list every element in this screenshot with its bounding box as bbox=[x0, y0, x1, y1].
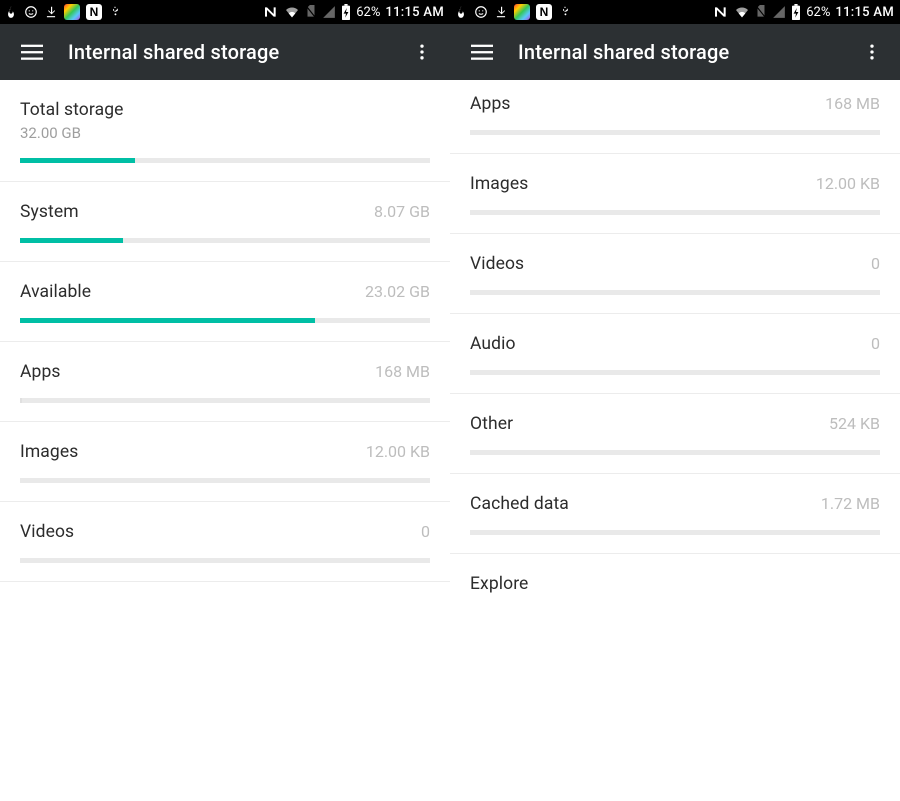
circle-dots-icon bbox=[474, 5, 488, 19]
app-icon-rainbow bbox=[64, 4, 80, 20]
row-system[interactable]: System 8.07 GB bbox=[0, 182, 450, 262]
usage-bar bbox=[20, 318, 430, 323]
status-bar: N 62% 11:15 AM bbox=[450, 0, 900, 24]
phone-left: N 62% 11:15 AM Internal shared storage bbox=[0, 0, 450, 801]
row-label: Images bbox=[20, 442, 78, 462]
usage-bar bbox=[470, 290, 880, 295]
phone-right: N 62% 11:15 AM Internal shared storage bbox=[450, 0, 900, 801]
hamburger-icon bbox=[471, 41, 493, 63]
row-label: System bbox=[20, 202, 79, 222]
row-label: Videos bbox=[470, 254, 524, 274]
usage-bar bbox=[20, 398, 430, 403]
storage-list: Total storage 32.00 GB System 8.07 GB Av… bbox=[0, 80, 450, 801]
row-value: 12.00 KB bbox=[366, 442, 430, 461]
row-images[interactable]: Images 12.00 KB bbox=[0, 422, 450, 502]
row-value: 168 MB bbox=[375, 362, 430, 381]
usage-bar bbox=[20, 158, 430, 163]
row-explore[interactable]: Explore bbox=[450, 554, 900, 612]
wifi-icon bbox=[734, 5, 750, 19]
row-value: 12.00 KB bbox=[816, 174, 880, 193]
usage-bar bbox=[470, 450, 880, 455]
circle-dots-icon bbox=[24, 5, 38, 19]
flame-icon bbox=[454, 5, 468, 19]
usage-bar bbox=[20, 478, 430, 483]
row-value: 1.72 MB bbox=[821, 494, 880, 513]
row-value: 524 KB bbox=[829, 414, 880, 433]
row-value: 0 bbox=[871, 254, 880, 273]
battery-percent: 62% bbox=[806, 5, 830, 20]
overflow-menu-button[interactable] bbox=[398, 28, 446, 76]
row-label: Apps bbox=[20, 362, 61, 382]
battery-charging-icon bbox=[341, 4, 351, 20]
row-subtext: 32.00 GB bbox=[20, 124, 430, 142]
row-audio[interactable]: Audio 0 bbox=[450, 314, 900, 394]
app-toolbar: Internal shared storage bbox=[450, 24, 900, 80]
row-label: Apps bbox=[470, 94, 511, 114]
row-value: 8.07 GB bbox=[374, 202, 430, 221]
battery-percent: 62% bbox=[356, 5, 380, 20]
row-label: Other bbox=[470, 414, 513, 434]
row-label: Images bbox=[470, 174, 528, 194]
wifi-icon bbox=[284, 5, 300, 19]
row-label: Total storage bbox=[20, 100, 124, 120]
usb-icon bbox=[558, 5, 572, 19]
storage-list: Apps 168 MB Images 12.00 KB Videos 0 bbox=[450, 80, 900, 801]
row-label: Videos bbox=[20, 522, 74, 542]
hamburger-menu-button[interactable] bbox=[458, 28, 506, 76]
row-value: 23.02 GB bbox=[365, 282, 430, 301]
nfc-icon bbox=[713, 5, 729, 19]
cell-signal-icon bbox=[322, 5, 336, 19]
app-icon-n: N bbox=[536, 4, 552, 20]
status-bar: N 62% 11:15 AM bbox=[0, 0, 450, 24]
usage-bar bbox=[20, 558, 430, 563]
row-images[interactable]: Images 12.00 KB bbox=[450, 154, 900, 234]
row-value: 168 MB bbox=[825, 94, 880, 113]
toolbar-title: Internal shared storage bbox=[56, 40, 398, 64]
row-value: 0 bbox=[871, 334, 880, 353]
usage-bar bbox=[470, 210, 880, 215]
usage-bar bbox=[20, 238, 430, 243]
nfc-icon bbox=[263, 5, 279, 19]
no-sim-icon bbox=[755, 5, 767, 19]
hamburger-menu-button[interactable] bbox=[8, 28, 56, 76]
app-icon-n: N bbox=[86, 4, 102, 20]
cell-signal-icon bbox=[772, 5, 786, 19]
app-icon-rainbow bbox=[514, 4, 530, 20]
download-icon bbox=[44, 5, 58, 19]
more-vert-icon bbox=[412, 42, 432, 62]
overflow-menu-button[interactable] bbox=[848, 28, 896, 76]
row-label: Available bbox=[20, 282, 91, 302]
row-videos[interactable]: Videos 0 bbox=[450, 234, 900, 314]
usb-icon bbox=[108, 5, 122, 19]
download-icon bbox=[494, 5, 508, 19]
more-vert-icon bbox=[862, 42, 882, 62]
row-apps[interactable]: Apps 168 MB bbox=[450, 80, 900, 154]
row-label: Cached data bbox=[470, 494, 569, 514]
battery-charging-icon bbox=[791, 4, 801, 20]
row-apps[interactable]: Apps 168 MB bbox=[0, 342, 450, 422]
row-label: Audio bbox=[470, 334, 516, 354]
row-available[interactable]: Available 23.02 GB bbox=[0, 262, 450, 342]
no-sim-icon bbox=[305, 5, 317, 19]
status-time: 11:15 AM bbox=[385, 5, 444, 20]
row-videos[interactable]: Videos 0 bbox=[0, 502, 450, 582]
usage-bar bbox=[470, 530, 880, 535]
status-time: 11:15 AM bbox=[835, 5, 894, 20]
row-cached-data[interactable]: Cached data 1.72 MB bbox=[450, 474, 900, 554]
hamburger-icon bbox=[21, 41, 43, 63]
row-value: 0 bbox=[421, 522, 430, 541]
usage-bar bbox=[470, 130, 880, 135]
usage-bar bbox=[470, 370, 880, 375]
row-total-storage[interactable]: Total storage 32.00 GB bbox=[0, 80, 450, 182]
row-peek bbox=[0, 582, 450, 602]
row-other[interactable]: Other 524 KB bbox=[450, 394, 900, 474]
row-label: Explore bbox=[470, 574, 528, 594]
toolbar-title: Internal shared storage bbox=[506, 40, 848, 64]
flame-icon bbox=[4, 5, 18, 19]
app-toolbar: Internal shared storage bbox=[0, 24, 450, 80]
